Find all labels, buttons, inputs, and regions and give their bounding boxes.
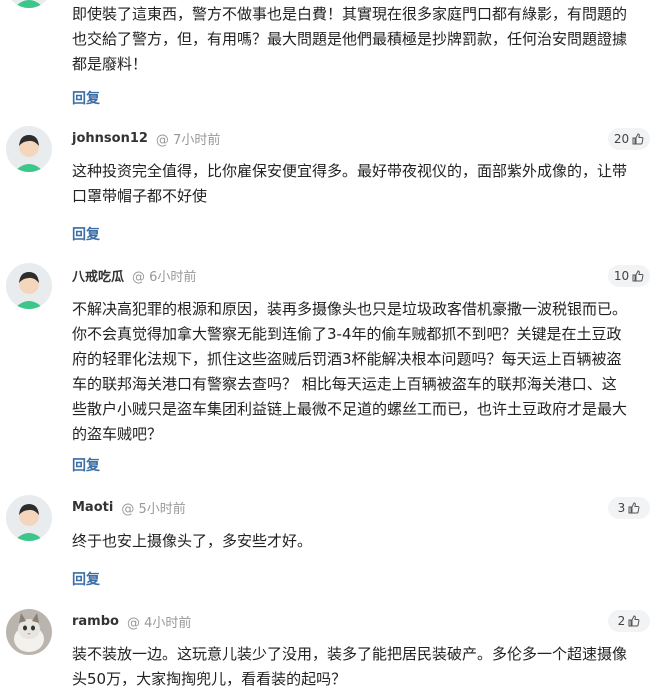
user-avatar[interactable] — [6, 263, 52, 309]
reply-button[interactable]: 回复 — [72, 88, 100, 108]
comment-text-line: 的盗车贼吧？ — [72, 425, 163, 443]
comment-text-line: 都是廢料！ — [72, 55, 148, 73]
like-count: 3 — [617, 501, 626, 515]
username[interactable]: rambo — [72, 614, 119, 629]
comment-body: 不解决高犯罪的根源和原因，装再多摄像头也只是垃圾政客借机豪撒一波税银而已。 你不… — [72, 297, 654, 447]
thumbs-up-icon — [628, 502, 640, 514]
timestamp: @ 5小时前 — [121, 501, 186, 517]
comment-meta: johnson12 @ 7小时前 — [72, 128, 220, 148]
comment-text-line: 也交給了警方，但，有用嗎？最大問題是他們最積極是抄牌罰款，任何治安問題證據 — [72, 30, 628, 48]
comment-text-line: 些散户小贼只是盗车集团利益链上最微不足道的螺丝工而已，也许土豆政府才是最大 — [72, 400, 628, 418]
user-avatar[interactable] — [6, 495, 52, 541]
comment-body: 这种投资完全值得，比你雇保安便宜得多。最好带夜视仪的，面部紫外成像的，让带 口罩… — [72, 159, 654, 209]
comment-meta: rambo @ 4小时前 — [72, 611, 191, 631]
like-button[interactable]: 2 — [608, 610, 650, 632]
default-person-avatar-icon — [6, 495, 52, 541]
comment-text-line: 这种投资完全值得，比你雇保安便宜得多。最好带夜视仪的，面部紫外成像的，让带 — [72, 162, 628, 180]
comment-text-line: 口罩带帽子都不好使 — [72, 187, 208, 205]
like-count: 20 — [613, 132, 630, 146]
comment-text-line: 终于也安上摄像头了，多安些才好。 — [72, 532, 313, 550]
comment-meta: 八戒吃瓜 @ 6小时前 — [72, 265, 196, 285]
comment-body: 终于也安上摄像头了，多安些才好。 — [72, 529, 654, 554]
thumbs-up-icon — [628, 615, 640, 627]
comment-text-line: 府的轻罪化法规下，抓住这些盗贼后罚酒3杯能解决根本问题吗？每天运上百辆被盗 — [72, 350, 622, 368]
comment-text-line: 车的联邦海关港口有警察去查吗？ 相比每天运走上百辆被盗车的联邦海关港口、这 — [72, 375, 617, 393]
reply-button[interactable]: 回复 — [72, 569, 100, 589]
comment-meta: Maoti @ 5小时前 — [72, 497, 186, 517]
timestamp: @ 7小时前 — [155, 132, 221, 148]
username[interactable]: 八戒吃瓜 — [72, 266, 124, 285]
timestamp: @ 6小时前 — [132, 269, 197, 285]
default-person-avatar-icon — [6, 126, 52, 172]
like-count: 10 — [613, 269, 630, 283]
cat-photo-avatar-icon — [6, 609, 52, 655]
comment-body: 装不装放一边。这玩意儿装少了没用，装多了能把居民装破产。多伦多一个超速摄像 头5… — [72, 642, 654, 692]
comment-text-line: 不解决高犯罪的根源和原因，装再多摄像头也只是垃圾政客借机豪撒一波税银而已。 — [72, 300, 628, 318]
reply-button[interactable]: 回复 — [72, 455, 100, 475]
default-person-avatar-icon — [6, 263, 52, 309]
comment-text-line: 即使裝了這東西，警方不做事也是白費！其實現在很多家庭門口都有綠影，有問題的 — [72, 5, 628, 23]
username[interactable]: johnson12 — [72, 131, 148, 146]
username[interactable]: Maoti — [72, 500, 113, 515]
like-button[interactable]: 10 — [608, 265, 650, 287]
reply-button[interactable]: 回复 — [72, 224, 100, 244]
user-avatar[interactable] — [6, 126, 52, 172]
thumbs-up-icon — [632, 270, 644, 282]
comment-text-line: 装不装放一边。这玩意儿装少了没用，装多了能把居民装破产。多伦多一个超速摄像 — [72, 645, 628, 663]
comment-body: 即使裝了這東西，警方不做事也是白費！其實現在很多家庭門口都有綠影，有問題的 也交… — [72, 2, 654, 77]
like-button[interactable]: 20 — [608, 128, 650, 150]
thumbs-up-icon — [632, 133, 644, 145]
timestamp: @ 4小时前 — [126, 615, 192, 631]
comment-text-line: 你不会真觉得加拿大警察无能到连偷了3-4年的偷车贼都抓不到吧？关键是在土豆政 — [72, 325, 622, 343]
user-avatar[interactable] — [6, 0, 52, 8]
comment-text-line: 头50万，大家掏掏兜儿，看看装的起吗？ — [72, 670, 347, 688]
like-count: 2 — [617, 614, 626, 628]
default-person-avatar-icon — [6, 0, 52, 8]
user-avatar[interactable] — [6, 609, 52, 655]
like-button[interactable]: 3 — [608, 497, 650, 519]
